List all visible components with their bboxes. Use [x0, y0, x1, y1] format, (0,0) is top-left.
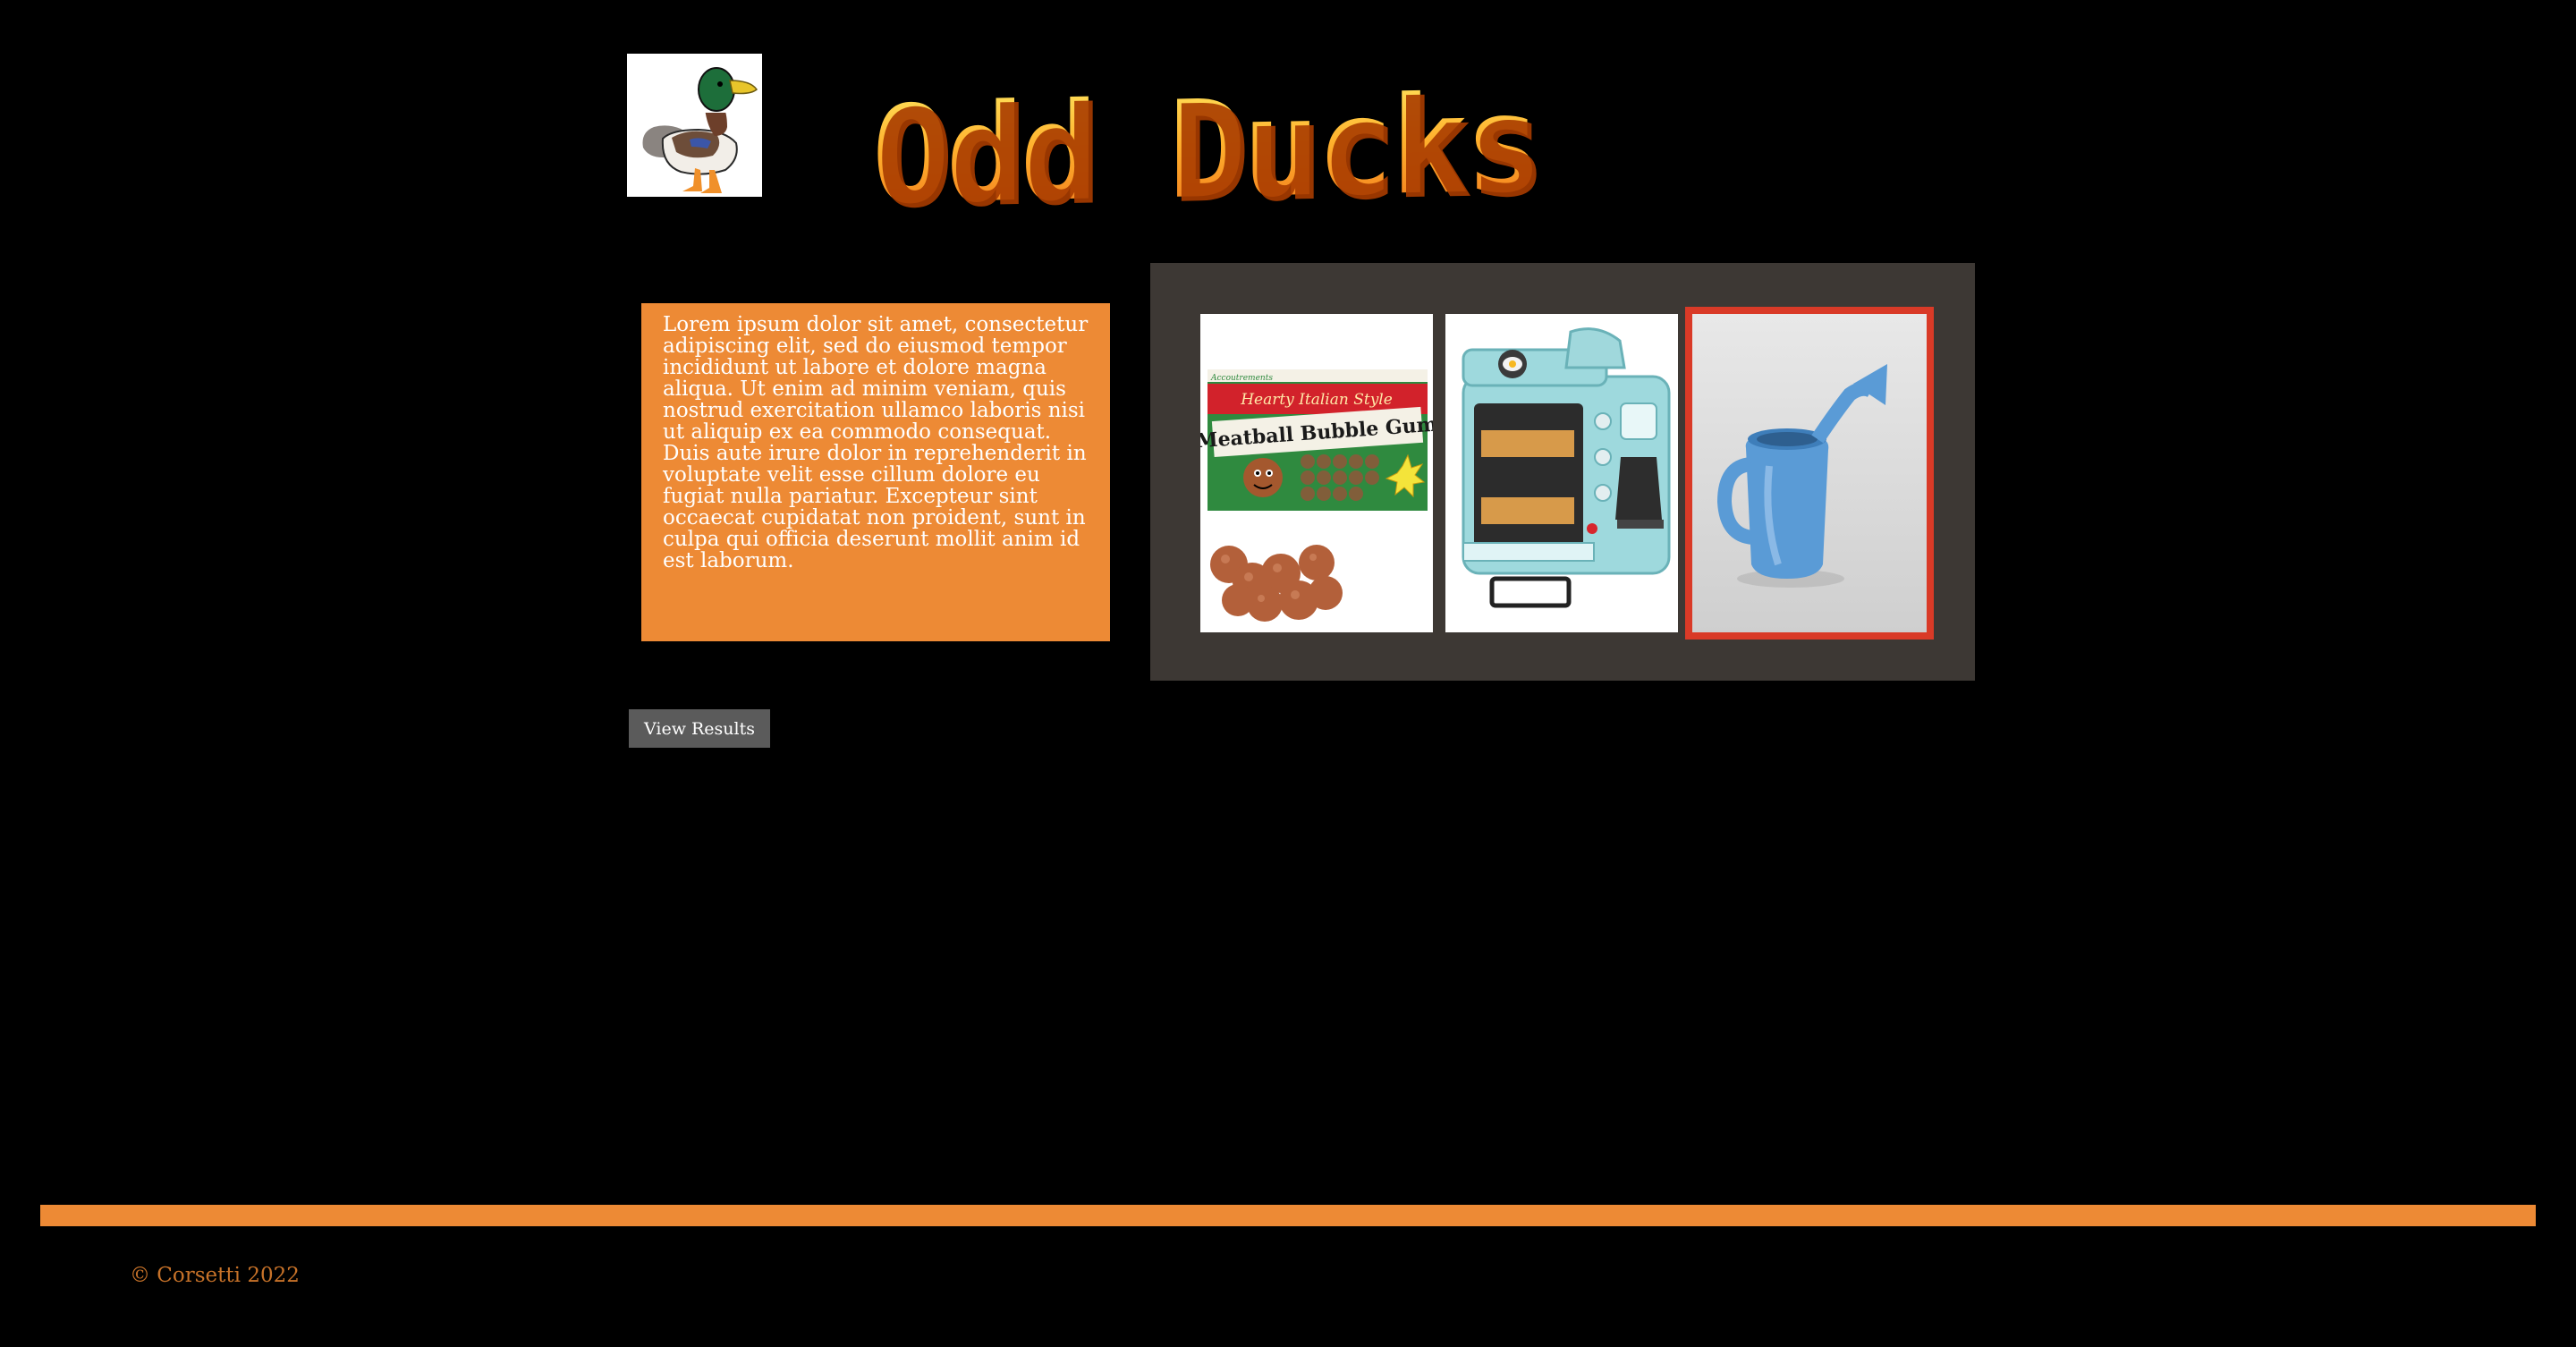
copyright-text: © Corsetti 2022	[130, 1264, 300, 1287]
product-breakfast-station[interactable]	[1445, 314, 1678, 632]
duck-logo	[627, 54, 762, 197]
view-results-button[interactable]: View Results	[629, 709, 770, 748]
footer-bar	[40, 1205, 2536, 1226]
page: Odd Ducks Lorem ipsum dolor sit amet, co…	[0, 0, 2576, 1347]
duck-icon	[642, 67, 758, 193]
site-title: Odd Ducks	[872, 66, 1539, 235]
package-label-top: Hearty Italian Style	[1240, 391, 1393, 409]
package-brand: Accoutrements	[1210, 374, 1273, 383]
product-meatball-bubble-gum[interactable]: Hearty Italian Style Accoutrements Meatb…	[1200, 314, 1433, 632]
description-box: Lorem ipsum dolor sit amet, consectetur …	[641, 303, 1110, 641]
product-gallery: Hearty Italian Style Accoutrements Meatb…	[1150, 263, 1975, 681]
description-text: Lorem ipsum dolor sit amet, consectetur …	[663, 313, 1089, 572]
product-watering-can[interactable]	[1685, 307, 1934, 640]
